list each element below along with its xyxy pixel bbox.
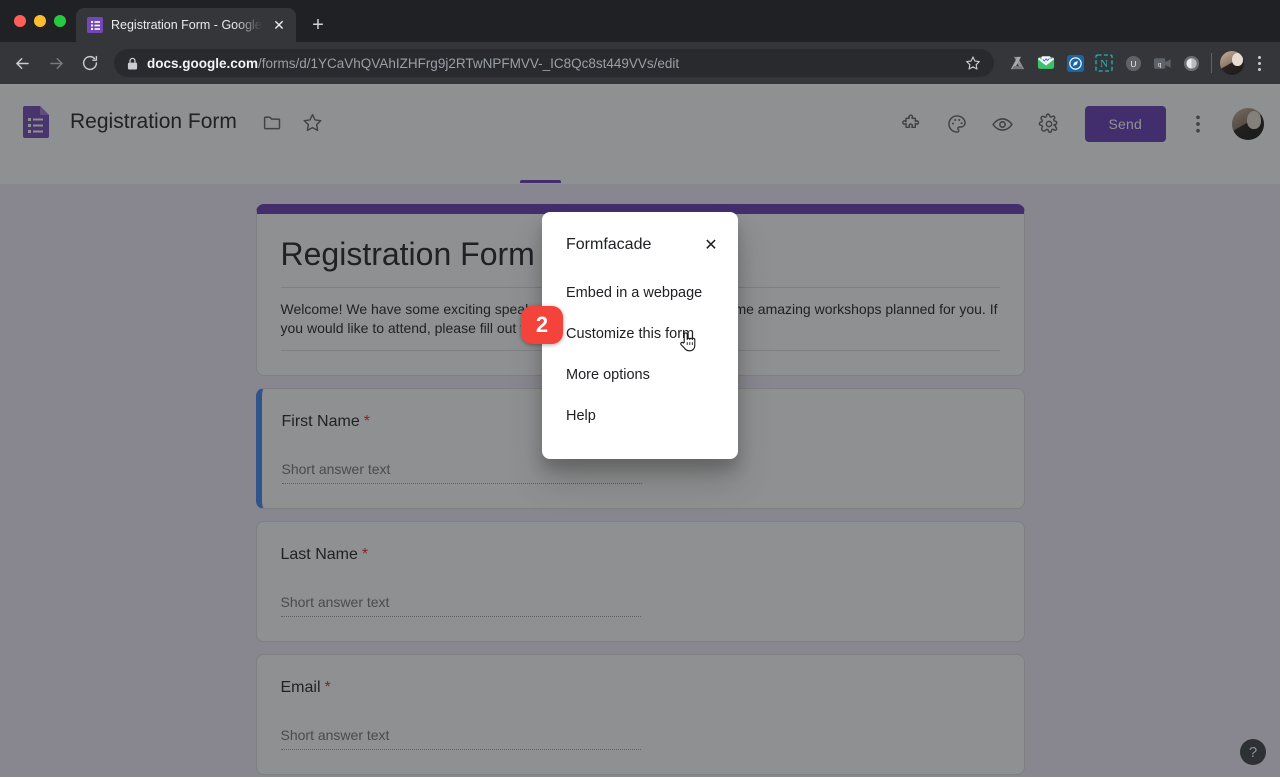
browser-window: Registration Form - Google For ✕ + docs.… [0,0,1280,777]
menu-item-customize-this-form[interactable]: Customize this form [542,313,738,354]
menu-item-help[interactable]: Help [542,395,738,436]
toolbar-divider [1211,53,1212,73]
svg-text:U: U [1130,58,1136,68]
video-extension-icon[interactable]: q [1150,51,1174,75]
dialog-header: Formfacade ✕ [542,234,738,256]
u-extension-icon[interactable]: U [1121,51,1145,75]
new-tab-button[interactable]: + [304,11,332,39]
tab-title: Registration Form - Google For [111,18,262,32]
url-host: docs.google.com [147,56,258,71]
forward-button[interactable] [40,47,72,79]
extensions-row: N U q [1002,51,1203,75]
browser-toolbar: docs.google.com/forms/d/1YCaVhQVAhIZHFrg… [0,42,1280,84]
maximize-window-button[interactable] [54,15,66,27]
dialog-menu: Embed in a webpage Customize this form M… [542,272,738,436]
browser-menu-button[interactable] [1246,50,1272,76]
menu-item-embed-in-a-webpage[interactable]: Embed in a webpage [542,272,738,313]
step-badge: 2 [521,306,563,344]
reload-button[interactable] [74,47,106,79]
browser-tab[interactable]: Registration Form - Google For ✕ [76,8,296,42]
url-path: /forms/d/1YCaVhQVAhIZHFrg9j2RTwNPFMVV-_I… [258,56,679,71]
dialog-title: Formfacade [566,236,651,254]
back-button[interactable] [6,47,38,79]
address-bar[interactable]: docs.google.com/forms/d/1YCaVhQVAhIZHFrg… [114,49,994,77]
google-forms-icon [87,17,103,33]
lock-icon [127,57,138,70]
profile-avatar[interactable] [1220,51,1244,75]
minimize-window-button[interactable] [34,15,46,27]
svg-text:q: q [1157,61,1161,68]
bookmark-star-icon[interactable] [962,52,984,74]
menu-item-more-options[interactable]: More options [542,354,738,395]
window-controls [10,0,76,42]
close-tab-button[interactable]: ✕ [270,16,288,34]
google-drive-extension-icon[interactable] [1005,51,1029,75]
mouse-cursor [678,330,698,359]
formfacade-dialog: Formfacade ✕ Embed in a webpage Customiz… [542,212,738,459]
circle-extension-icon[interactable] [1179,51,1203,75]
notion-extension-icon[interactable]: N [1092,51,1116,75]
close-window-button[interactable] [14,15,26,27]
compass-extension-icon[interactable] [1063,51,1087,75]
google-forms-page: Registration Form [0,84,1280,777]
tab-strip: Registration Form - Google For ✕ + [0,0,1280,42]
mail-extension-icon[interactable] [1034,51,1058,75]
close-icon[interactable]: ✕ [700,234,722,256]
url-text: docs.google.com/forms/d/1YCaVhQVAhIZHFrg… [147,56,953,71]
svg-text:N: N [1100,58,1108,70]
